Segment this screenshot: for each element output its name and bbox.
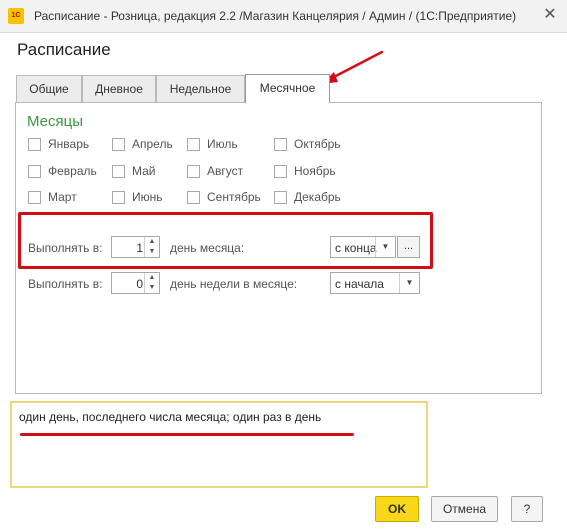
run-on-weekday-label: Выполнять в: (28, 277, 103, 291)
checkbox-month-may[interactable] (112, 165, 125, 178)
checkbox-month-april[interactable] (112, 138, 125, 151)
help-button[interactable]: ? (511, 496, 543, 522)
chevron-down-icon[interactable]: ▼ (375, 237, 395, 257)
checkbox-month-february[interactable] (28, 165, 41, 178)
cancel-button[interactable]: Отмена (431, 496, 498, 522)
month-label: Ноябрь (294, 164, 336, 178)
weekday-direction-select[interactable]: с начала ▼ (330, 272, 420, 294)
month-label: Сентябрь (207, 190, 261, 204)
month-label: Июнь (132, 190, 163, 204)
ok-button[interactable]: OK (375, 496, 419, 522)
day-of-month-stepper[interactable]: 1 ▲ ▼ (111, 236, 160, 258)
schedule-summary-text: один день, последнего числа месяца; один… (19, 410, 322, 424)
chevron-down-icon[interactable]: ▼ (399, 273, 419, 293)
checkbox-month-january[interactable] (28, 138, 41, 151)
day-of-month-label: день месяца: (170, 241, 245, 255)
tab-weekly[interactable]: Недельное (156, 75, 245, 102)
day-of-month-value: 1 (136, 241, 143, 255)
more-button[interactable]: ... (397, 236, 420, 258)
count-direction-select[interactable]: с конца ▼ (330, 236, 396, 258)
month-label: Август (207, 164, 244, 178)
spin-up-icon[interactable]: ▲ (145, 273, 159, 283)
checkbox-month-july[interactable] (187, 138, 200, 151)
checkbox-month-december[interactable] (274, 191, 287, 204)
weekday-in-month-stepper[interactable]: 0 ▲ ▼ (111, 272, 160, 294)
month-label: Июль (207, 137, 238, 151)
checkbox-month-august[interactable] (187, 165, 200, 178)
tab-general[interactable]: Общие (16, 75, 82, 102)
count-direction-value: с конца (335, 241, 377, 255)
month-label: Декабрь (294, 190, 341, 204)
checkbox-month-november[interactable] (274, 165, 287, 178)
window-title: Расписание - Розница, редакция 2.2 /Мага… (34, 9, 517, 23)
weekday-direction-value: с начала (335, 277, 384, 291)
checkbox-month-june[interactable] (112, 191, 125, 204)
app-logo-icon: 1С (8, 8, 24, 24)
months-heading: Месяцы (27, 113, 84, 130)
close-icon[interactable]: ✕ (541, 6, 559, 24)
run-on-day-label: Выполнять в: (28, 241, 103, 255)
month-label: Февраль (48, 164, 97, 178)
annotation-underline (20, 433, 354, 436)
month-label: Октябрь (294, 137, 341, 151)
month-label: Май (132, 164, 156, 178)
weekday-in-month-label: день недели в месяце: (170, 277, 298, 291)
month-label: Апрель (132, 137, 173, 151)
month-label: Март (48, 190, 77, 204)
spin-down-icon[interactable]: ▼ (145, 283, 159, 293)
tab-monthly[interactable]: Месячное (245, 74, 330, 103)
checkbox-month-october[interactable] (274, 138, 287, 151)
checkbox-month-march[interactable] (28, 191, 41, 204)
spin-down-icon[interactable]: ▼ (145, 247, 159, 257)
spin-up-icon[interactable]: ▲ (145, 237, 159, 247)
weekday-in-month-value: 0 (136, 277, 143, 291)
checkbox-month-september[interactable] (187, 191, 200, 204)
month-label: Январь (48, 137, 90, 151)
page-title: Расписание (17, 40, 111, 59)
tab-daily[interactable]: Дневное (82, 75, 156, 102)
